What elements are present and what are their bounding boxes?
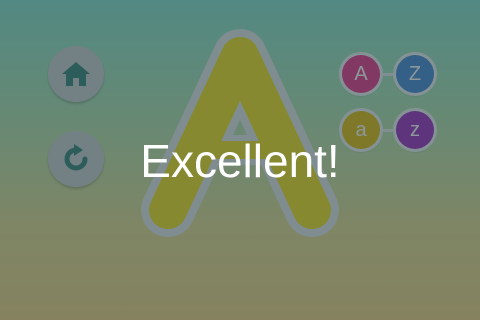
success-message: Excellent! bbox=[140, 135, 340, 187]
